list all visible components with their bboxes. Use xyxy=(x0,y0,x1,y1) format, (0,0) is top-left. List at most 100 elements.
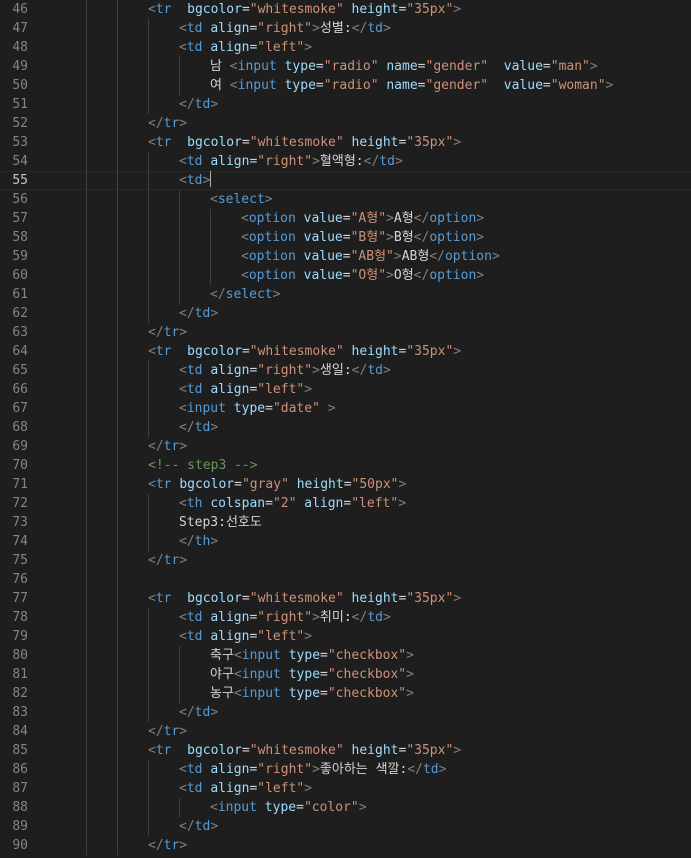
code-punctuation: </ xyxy=(179,819,195,834)
code-line[interactable]: 68 </td> xyxy=(0,418,691,437)
code-line[interactable]: 87 <td align="left"> xyxy=(0,779,691,798)
line-number: 65 xyxy=(12,363,28,378)
code-line[interactable]: 78 <td align="right">취미:</td> xyxy=(0,608,691,627)
code-line[interactable]: 53 <tr bgcolor="whitesmoke" height="35px"… xyxy=(0,133,691,152)
indent-guide xyxy=(86,437,87,456)
code-punctuation: > xyxy=(438,762,447,777)
code-line[interactable]: 88 <input type="color"> xyxy=(0,798,691,817)
indent-guide xyxy=(210,228,211,247)
line-number: 88 xyxy=(12,800,28,815)
code-line[interactable]: 76 xyxy=(0,570,691,589)
indent-guide xyxy=(117,646,118,665)
code-editor[interactable]: 46 <tr bgcolor="whitesmoke" height="35px"… xyxy=(0,0,691,858)
code-line[interactable]: 72 <th colspan="2" align="left"> xyxy=(0,494,691,513)
indent-guide xyxy=(117,589,118,608)
code-tag-name: option xyxy=(444,249,492,264)
code-line[interactable]: 65 <td align="right">생일:</td> xyxy=(0,361,691,380)
code-line[interactable]: 64 <tr bgcolor="whitesmoke" height="35px"… xyxy=(0,342,691,361)
code-line[interactable]: 69 </tr> xyxy=(0,437,691,456)
code-line[interactable]: 70 <!-- step3 --> xyxy=(0,456,691,475)
code-line[interactable]: 51 </td> xyxy=(0,95,691,114)
code-attribute-name: height xyxy=(351,135,399,150)
code-line[interactable]: 56 <select> xyxy=(0,190,691,209)
code-content: 축구<input type="checkbox"> xyxy=(210,646,414,665)
code-line[interactable]: 63 </tr> xyxy=(0,323,691,342)
code-line[interactable]: 89 </td> xyxy=(0,817,691,836)
code-line[interactable]: 71 <tr bgcolor="gray" height="50px"> xyxy=(0,475,691,494)
code-attribute-value: "date" xyxy=(272,401,320,416)
code-tag-name: input xyxy=(241,686,281,701)
indent-guide xyxy=(117,722,118,741)
code-line[interactable]: 66 <td align="left"> xyxy=(0,380,691,399)
code-line[interactable]: 55 <td> xyxy=(0,171,691,190)
code-line[interactable]: 47 <td align="right">성별:</td> xyxy=(0,19,691,38)
code-attribute-name: value xyxy=(303,211,343,226)
line-number: 79 xyxy=(12,629,28,644)
code-line[interactable]: 67 <input type="date" > xyxy=(0,399,691,418)
code-line[interactable]: 73 Step3:선호도 xyxy=(0,513,691,532)
code-punctuation: < xyxy=(233,667,242,682)
indent-guide xyxy=(117,0,118,19)
code-line[interactable]: 60 <option value="O형">O형</option> xyxy=(0,266,691,285)
code-equals: = xyxy=(320,648,328,663)
code-punctuation: > xyxy=(605,78,614,93)
line-number: 85 xyxy=(12,743,28,758)
code-content: <select> xyxy=(210,190,273,209)
line-number: 75 xyxy=(12,553,28,568)
code-line[interactable]: 52 </tr> xyxy=(0,114,691,133)
indent-guide xyxy=(86,760,87,779)
line-number: 49 xyxy=(12,59,28,74)
code-line[interactable]: 85 <tr bgcolor="whitesmoke" height="35px"… xyxy=(0,741,691,760)
code-line[interactable]: 75 </tr> xyxy=(0,551,691,570)
code-tag-name: tr xyxy=(163,325,180,340)
code-line[interactable]: 57 <option value="A형">A형</option> xyxy=(0,209,691,228)
line-number: 71 xyxy=(12,477,28,492)
indent-guide xyxy=(117,57,118,76)
code-punctuation: < xyxy=(233,686,242,701)
code-line[interactable]: 58 <option value="B형">B형</option> xyxy=(0,228,691,247)
code-equals: = xyxy=(320,667,328,682)
code-line[interactable]: 90 </tr> xyxy=(0,836,691,855)
indent-guide xyxy=(86,133,87,152)
code-line[interactable]: 80 축구<input type="checkbox"> xyxy=(0,646,691,665)
line-number: 68 xyxy=(12,420,28,435)
code-line[interactable]: 50 여 <input type="radio" name="gender" va… xyxy=(0,76,691,95)
code-punctuation: < xyxy=(241,268,249,283)
code-line[interactable]: 46 <tr bgcolor="whitesmoke" height="35px"… xyxy=(0,0,691,19)
code-line[interactable]: 83 </td> xyxy=(0,703,691,722)
code-punctuation: </ xyxy=(429,249,445,264)
code-tag-name: option xyxy=(429,211,477,226)
indent-guide xyxy=(117,342,118,361)
code-line[interactable]: 81 야구<input type="checkbox"> xyxy=(0,665,691,684)
indent-guide xyxy=(117,114,118,133)
indent-guide xyxy=(117,152,118,171)
line-number: 83 xyxy=(12,705,28,720)
code-line[interactable]: 82 농구<input type="checkbox"> xyxy=(0,684,691,703)
code-line[interactable]: 61 </select> xyxy=(0,285,691,304)
code-line[interactable]: 59 <option value="AB형">AB형</option> xyxy=(0,247,691,266)
code-line[interactable]: 79 <td align="left"> xyxy=(0,627,691,646)
indent-guide xyxy=(148,399,149,418)
code-attribute-value: "left" xyxy=(257,40,305,55)
code-line[interactable]: 77 <tr bgcolor="whitesmoke" height="35px"… xyxy=(0,589,691,608)
code-tag-name: input xyxy=(237,59,277,74)
code-line[interactable]: 49 남 <input type="radio" name="gender" va… xyxy=(0,57,691,76)
code-line[interactable]: 86 <td align="right">좋아하는 색깔:</td> xyxy=(0,760,691,779)
code-tag-name: td xyxy=(194,420,211,435)
code-punctuation: < xyxy=(179,154,187,169)
code-line[interactable]: 54 <td align="right">혈액형:</td> xyxy=(0,152,691,171)
code-line[interactable]: 48 <td align="left"> xyxy=(0,38,691,57)
code-attribute-name: align xyxy=(210,154,250,169)
code-tag-name: tr xyxy=(163,116,180,131)
code-punctuation: </ xyxy=(179,97,195,112)
code-line[interactable]: 62 </td> xyxy=(0,304,691,323)
indent-guide xyxy=(86,703,87,722)
code-text: 혈액형: xyxy=(319,154,364,169)
indent-guide xyxy=(86,228,87,247)
code-line[interactable]: 84 </tr> xyxy=(0,722,691,741)
code-content: <input type="color"> xyxy=(210,798,367,817)
code-line[interactable]: 74 </th> xyxy=(0,532,691,551)
code-content: 남 <input type="radio" name="gender" valu… xyxy=(210,57,598,76)
code-punctuation: > xyxy=(386,230,394,245)
indent-guide xyxy=(117,323,118,342)
